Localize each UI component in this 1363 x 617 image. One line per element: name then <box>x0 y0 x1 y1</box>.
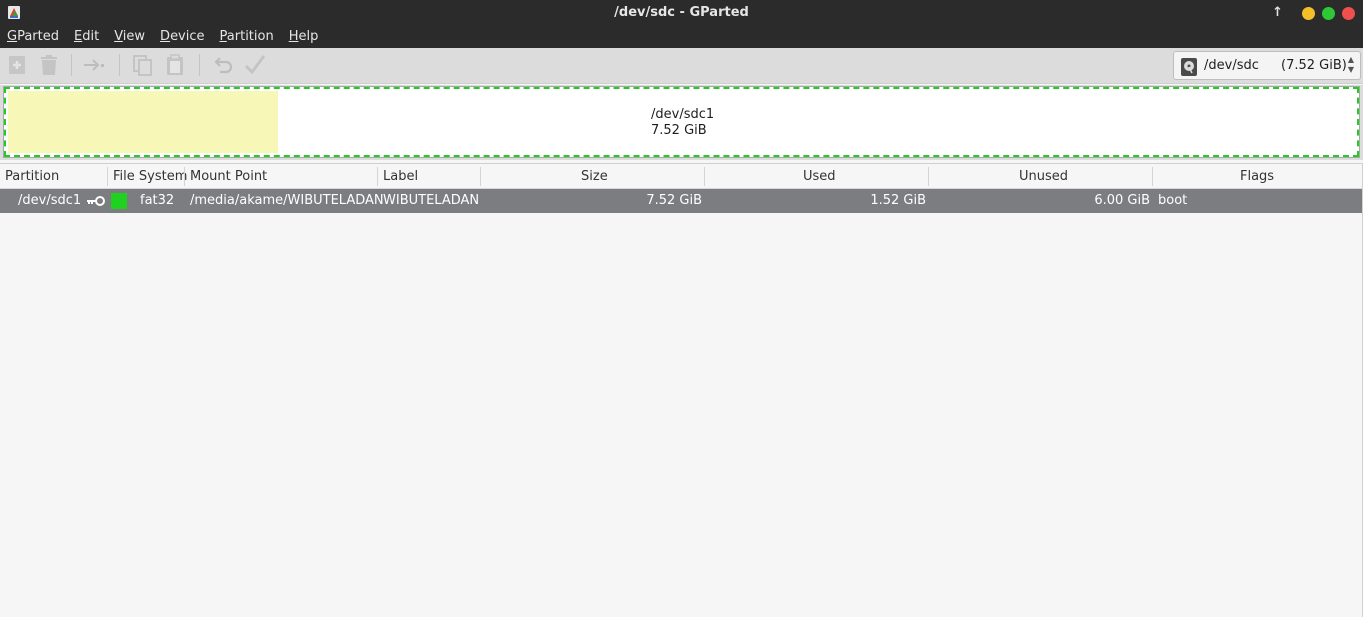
device-selector[interactable]: /dev/sdc (7.52 GiB) ▲ ▼ <box>1173 51 1361 80</box>
undo-button[interactable] <box>211 53 235 77</box>
always-on-top-button[interactable]: ↑ <box>1272 6 1283 20</box>
combo-arrows-icon: ▲ ▼ <box>1347 55 1354 74</box>
close-button[interactable] <box>1342 6 1355 20</box>
copy-button[interactable] <box>131 53 155 77</box>
toolbar <box>0 48 1363 84</box>
resize-move-button[interactable] <box>82 53 106 77</box>
toolbar-separator <box>119 54 120 76</box>
graph-partition-name: /dev/sdc1 <box>651 107 715 122</box>
device-name: /dev/sdc <box>1204 58 1259 73</box>
column-separator <box>184 167 185 186</box>
column-header-unused[interactable]: Unused <box>1019 164 1068 189</box>
cell-used: 1.52 GiB <box>870 193 926 208</box>
cell-partition: /dev/sdc1 <box>18 193 82 208</box>
cell-mountpoint: /media/akame/WIBUTELADAN <box>190 193 384 208</box>
column-header-mountpoint[interactable]: Mount Point <box>190 164 267 189</box>
cell-size: 7.52 GiB <box>646 193 702 208</box>
delete-icon <box>41 55 57 75</box>
maximize-button[interactable] <box>1322 6 1335 20</box>
column-header-partition[interactable]: Partition <box>5 164 59 189</box>
column-separator <box>377 167 378 186</box>
table-row[interactable]: /dev/sdc1 fat32 /media/akame/WIBUTELADAN… <box>0 189 1363 213</box>
column-separator <box>1152 167 1153 186</box>
partition-graph-sdc1[interactable]: /dev/sdc1 7.52 GiB <box>3 86 1360 158</box>
toolbar-separator <box>199 54 200 76</box>
new-icon <box>9 56 25 74</box>
cell-flags: boot <box>1158 193 1188 208</box>
apply-button[interactable] <box>243 53 267 77</box>
graph-partition-label: /dev/sdc1 7.52 GiB <box>651 107 714 139</box>
filesystem-color-swatch <box>111 193 127 209</box>
apply-icon <box>244 55 266 75</box>
cell-label: WIBUTELADAN <box>383 193 480 208</box>
menu-bar: GParted Edit View Device Partition Help <box>0 26 1363 48</box>
toolbar-separator <box>71 54 72 76</box>
delete-partition-button[interactable] <box>37 53 61 77</box>
cell-unused: 6.00 GiB <box>1094 193 1150 208</box>
paste-icon <box>167 54 183 75</box>
paste-button[interactable] <box>163 53 187 77</box>
column-header-label[interactable]: Label <box>383 164 418 189</box>
undo-icon <box>214 57 233 74</box>
partition-table-empty-area <box>0 213 1363 617</box>
used-space-bar <box>8 91 278 153</box>
column-separator <box>704 167 705 186</box>
key-icon <box>87 196 105 206</box>
column-header-size[interactable]: Size <box>581 164 608 189</box>
window-title: /dev/sdc - GParted <box>614 5 749 20</box>
menu-edit[interactable]: Edit <box>67 26 107 48</box>
column-separator <box>480 167 481 186</box>
resize-move-icon <box>84 59 104 71</box>
title-bar: /dev/sdc - GParted ↑ <box>0 0 1363 26</box>
column-header-flags[interactable]: Flags <box>1240 164 1274 189</box>
copy-icon <box>133 55 152 76</box>
menu-help[interactable]: Help <box>282 26 327 48</box>
cell-filesystem: fat32 <box>140 193 175 208</box>
menu-view[interactable]: View <box>107 26 153 48</box>
column-separator <box>928 167 929 186</box>
window-controls: ↑ <box>1272 6 1355 20</box>
menu-device[interactable]: Device <box>153 26 212 48</box>
disk-icon <box>1181 58 1197 76</box>
menu-partition[interactable]: Partition <box>213 26 282 48</box>
column-separator <box>107 167 108 186</box>
partition-table-header: Partition File System Mount Point Label … <box>0 163 1363 189</box>
column-header-filesystem[interactable]: File System <box>113 164 187 189</box>
partition-graph-area: /dev/sdc1 7.52 GiB <box>0 85 1363 160</box>
menu-gparted[interactable]: GParted <box>0 26 67 48</box>
new-partition-button[interactable] <box>5 53 29 77</box>
graph-partition-size: 7.52 GiB <box>651 123 707 138</box>
device-size: (7.52 GiB) <box>1281 58 1347 73</box>
minimize-button[interactable] <box>1302 6 1315 20</box>
column-header-used[interactable]: Used <box>803 164 836 189</box>
